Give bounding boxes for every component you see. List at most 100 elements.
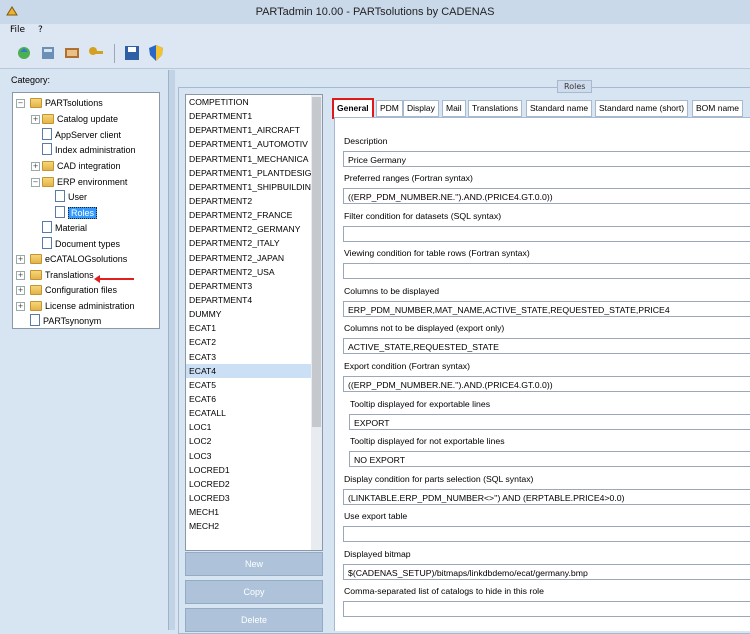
list-item[interactable]: LOCRED2 [186,477,322,491]
list-item[interactable]: DEPARTMENT1_AUTOMOTIV [186,137,322,151]
tree-item-configuration-files[interactable]: Configuration files [30,283,117,297]
category-tree: − PARTsolutions + Catalog update AppServ… [12,92,160,329]
list-item[interactable]: DEPARTMENT2_GERMANY [186,222,322,236]
scrollbar-thumb[interactable] [312,97,321,427]
tab-display[interactable]: Display [403,100,439,117]
list-item[interactable]: ECAT3 [186,350,322,364]
folder-icon [42,114,54,124]
save-icon[interactable] [122,43,142,63]
list-item[interactable]: ECAT6 [186,392,322,406]
list-item[interactable]: MECH2 [186,519,322,533]
tab-bom-name[interactable]: BOM name [692,100,743,117]
tab-mail[interactable]: Mail [442,100,466,117]
toolbar [0,39,750,69]
copy-button[interactable]: Copy [185,580,323,604]
list-item[interactable]: DEPARTMENT1_MECHANICA [186,152,322,166]
expander-icon[interactable]: + [16,255,25,264]
list-item[interactable]: ECAT5 [186,378,322,392]
refresh-icon[interactable] [14,43,34,63]
tree-item-partsolutions[interactable]: PARTsolutions [30,96,103,110]
tree-item-erp-environment[interactable]: ERP environment [42,175,127,189]
list-item[interactable]: ECATALL [186,406,322,420]
list-item[interactable]: DEPARTMENT2_ITALY [186,236,322,250]
tree-item-translations[interactable]: Translations [30,268,94,282]
columns-not-displayed-field[interactable]: ACTIVE_STATE,REQUESTED_STATE [343,338,750,354]
use-export-table-field[interactable] [343,526,750,542]
tab-general[interactable]: General [332,98,374,119]
list-scrollbar[interactable] [311,95,322,550]
list-item[interactable]: DEPARTMENT3 [186,279,322,293]
list-item[interactable]: DEPARTMENT2_USA [186,265,322,279]
viewing-condition-field[interactable] [343,263,750,279]
display-condition-field[interactable]: (LINKTABLE.ERP_PDM_NUMBER<>'') AND (ERPT… [343,489,750,505]
tree-item-document-types[interactable]: Document types [42,237,120,251]
document-icon [55,190,65,202]
export-condition-field[interactable]: ((ERP_PDM_NUMBER.NE.'').AND.(PRICE4.GT.0… [343,376,750,392]
tree-item-appserver-client[interactable]: AppServer client [42,128,121,142]
catalog-icon[interactable] [62,43,82,63]
list-item[interactable]: DEPARTMENT1 [186,109,322,123]
expander-icon[interactable]: + [16,302,25,311]
list-item[interactable]: ECAT2 [186,335,322,349]
hide-catalogs-field[interactable] [343,601,750,617]
list-item[interactable]: DEPARTMENT1_AIRCRAFT [186,123,322,137]
tooltip-not-exportable-field[interactable]: NO EXPORT [349,451,750,467]
tree-item-cad-integration[interactable]: CAD integration [42,159,121,173]
list-item[interactable]: DEPARTMENT1_SHIPBUILDIN [186,180,322,194]
tree-item-catalog-update[interactable]: Catalog update [42,112,118,126]
description-field[interactable]: Price Germany [343,151,750,167]
tab-standard-name[interactable]: Standard name [526,100,593,117]
menu-help[interactable]: ? [38,25,43,35]
list-item[interactable]: LOCRED3 [186,491,322,505]
tree-item-partsynonym[interactable]: PARTsynonym [30,314,101,328]
list-item[interactable]: MECH1 [186,505,322,519]
list-item[interactable]: DEPARTMENT2_FRANCE [186,208,322,222]
list-item[interactable]: DUMMY [186,307,322,321]
tab-translations[interactable]: Translations [468,100,522,117]
displayed-bitmap-field[interactable]: $(CADENAS_SETUP)/bitmaps/linkdbdemo/ecat… [343,564,750,580]
expander-icon[interactable]: + [16,271,25,280]
pane-splitter[interactable] [168,70,175,630]
tab-standard-name-short[interactable]: Standard name (short) [595,100,689,117]
tree-item-index-administration[interactable]: Index administration [42,143,136,157]
list-item-selected[interactable]: ECAT4 [186,363,322,378]
columns-displayed-field[interactable]: ERP_PDM_NUMBER,MAT_NAME,ACTIVE_STATE,REQ… [343,301,750,317]
key-icon[interactable] [86,43,106,63]
filter-condition-label: Filter condition for datasets (SQL synta… [344,211,502,221]
delete-button[interactable]: Delete [185,608,323,632]
shield-icon[interactable] [146,43,166,63]
database-icon[interactable] [38,43,58,63]
expander-icon[interactable]: − [16,99,25,108]
export-condition-label: Export condition (Fortran syntax) [344,361,471,371]
list-item[interactable]: LOC2 [186,434,322,448]
list-item[interactable]: ECAT1 [186,321,322,335]
list-item[interactable]: LOC3 [186,449,322,463]
tree-item-user[interactable]: User [55,190,87,204]
list-item[interactable]: COMPETITION [186,95,322,109]
tree-item-license-administration[interactable]: License administration [30,299,135,313]
expander-icon[interactable]: + [16,286,25,295]
window-title: PARTadmin 10.00 - PARTsolutions by CADEN… [255,6,495,18]
tab-pdm[interactable]: PDM [376,100,403,117]
left-pane: Category: − PARTsolutions + Catalog upda… [0,70,168,630]
expander-icon[interactable]: + [31,115,40,124]
tree-item-roles[interactable]: Roles [55,206,98,220]
filter-condition-field[interactable] [343,226,750,242]
tree-item-material[interactable]: Material [42,221,87,235]
list-item[interactable]: DEPARTMENT1_PLANTDESIG [186,166,322,180]
list-item[interactable]: LOCRED1 [186,463,322,477]
tree-item-ecatalogsolutions[interactable]: eCATALOGsolutions [30,252,127,266]
new-button[interactable]: New [185,552,323,576]
list-item[interactable]: DEPARTMENT4 [186,293,322,307]
list-item[interactable]: DEPARTMENT2_JAPAN [186,251,322,265]
expander-icon[interactable]: − [31,178,40,187]
tooltip-exportable-field[interactable]: EXPORT [349,414,750,430]
expander-icon[interactable]: + [31,162,40,171]
category-label: Category: [11,75,51,85]
menu-file[interactable]: File [10,25,25,35]
preferred-ranges-field[interactable]: ((ERP_PDM_NUMBER.NE.'').AND.(PRICE4.GT.0… [343,188,750,204]
general-form: Description Price Germany Preferred rang… [334,117,750,631]
list-item[interactable]: LOC1 [186,420,322,434]
roles-list[interactable]: COMPETITION DEPARTMENT1 DEPARTMENT1_AIRC… [185,94,323,551]
list-item[interactable]: DEPARTMENT2 [186,194,322,208]
